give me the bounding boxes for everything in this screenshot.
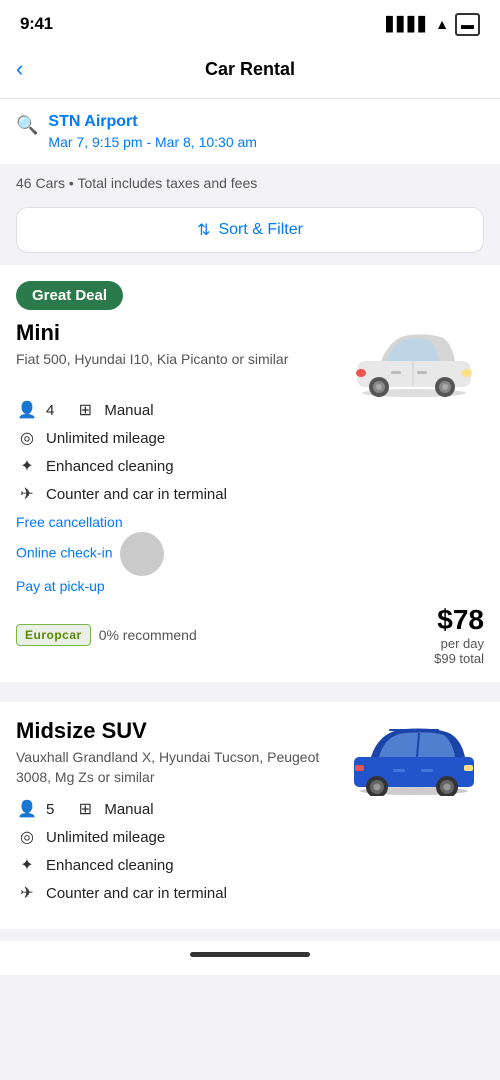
status-icons: ▋▋▋▋ ▲ ▬ xyxy=(386,13,480,36)
great-deal-badge: Great Deal xyxy=(16,281,123,310)
search-section: 🔍 STN Airport Mar 7, 9:15 pm - Mar 8, 10… xyxy=(0,99,500,165)
policy-links: Free cancellation Online check-in Pay at… xyxy=(16,514,484,594)
recommend-text: 0% recommend xyxy=(99,627,197,643)
car-illustration-mini xyxy=(349,323,479,398)
mileage-icon: ◎ xyxy=(16,428,38,448)
wifi-icon: ▲ xyxy=(435,16,449,32)
provider-info: Europcar 0% recommend xyxy=(16,624,197,646)
feature-row-terminal: ✈ Counter and car in terminal xyxy=(16,484,484,504)
back-button[interactable]: ‹ xyxy=(16,54,31,84)
sort-filter-label: Sort & Filter xyxy=(218,221,302,239)
status-time: 9:41 xyxy=(20,14,53,34)
car-models: Fiat 500, Hyundai I10, Kia Picanto or si… xyxy=(16,350,334,370)
sort-filter-section: ⇅ Sort & Filter xyxy=(0,201,500,265)
provider-badge: Europcar xyxy=(16,624,91,646)
price-per-day: per day xyxy=(434,636,484,651)
car-card-suv: Midsize SUV Vauxhall Grandland X, Hyunda… xyxy=(0,702,500,929)
feature-row-mileage-suv: ◎ Unlimited mileage xyxy=(16,827,484,847)
mileage-icon-suv: ◎ xyxy=(16,827,38,847)
results-count: 46 Cars • Total includes taxes and fees xyxy=(0,165,500,201)
transmission-type: Manual xyxy=(104,402,153,419)
car-count: 46 Cars xyxy=(16,175,65,191)
terminal-label: Counter and car in terminal xyxy=(46,486,227,503)
cleaning-label: Enhanced cleaning xyxy=(46,458,174,475)
cleaning-icon: ✦ xyxy=(16,456,38,476)
feature-row-cleaning: ✦ Enhanced cleaning xyxy=(16,456,484,476)
search-icon: 🔍 xyxy=(16,115,38,136)
seats-count-suv: 5 xyxy=(46,801,54,818)
seats-icon: 👤 xyxy=(16,400,38,420)
policy-payment[interactable]: Pay at pick-up xyxy=(16,578,484,594)
transmission-icon-suv: ⊞ xyxy=(74,799,96,819)
policy-checkin: Online check-in xyxy=(16,532,484,576)
car-image-suv xyxy=(344,718,484,798)
signal-icon: ▋▋▋▋ xyxy=(386,16,429,33)
filter-icon: ⇅ xyxy=(197,220,210,240)
provider-row: Europcar 0% recommend $78 per day $99 to… xyxy=(16,604,484,666)
search-dates: Mar 7, 9:15 pm - Mar 8, 10:30 am xyxy=(48,134,257,150)
cleaning-icon-suv: ✦ xyxy=(16,855,38,875)
car-card-mini: Great Deal Mini Fiat 500, Hyundai I10, K… xyxy=(0,265,500,682)
car-card-top: Mini Fiat 500, Hyundai I10, Kia Picanto … xyxy=(16,320,484,400)
provider-name: Europcar xyxy=(25,628,82,642)
feature-row-cleaning-suv: ✦ Enhanced cleaning xyxy=(16,855,484,875)
car-models-suv: Vauxhall Grandland X, Hyundai Tucson, Pe… xyxy=(16,748,334,787)
price-total: $99 total xyxy=(434,651,484,666)
feature-row-terminal-suv: ✈ Counter and car in terminal xyxy=(16,883,484,903)
page-title: Car Rental xyxy=(205,59,295,80)
policy-cancellation[interactable]: Free cancellation xyxy=(16,514,484,530)
price-section: $78 per day $99 total xyxy=(434,604,484,666)
home-indicator xyxy=(0,941,500,975)
card-divider xyxy=(0,694,500,702)
car-name: Mini xyxy=(16,320,334,346)
car-info-suv: Midsize SUV Vauxhall Grandland X, Hyunda… xyxy=(16,718,334,799)
search-info: STN Airport Mar 7, 9:15 pm - Mar 8, 10:3… xyxy=(48,113,257,150)
car-features: 👤 4 ⊞ Manual ◎ Unlimited mileage ✦ Enhan… xyxy=(16,400,484,504)
car-image xyxy=(344,320,484,400)
feature-row-mileage: ◎ Unlimited mileage xyxy=(16,428,484,448)
blur-overlay xyxy=(120,532,164,576)
terminal-icon: ✈ xyxy=(16,484,38,504)
transmission-icon: ⊞ xyxy=(74,400,96,420)
results-note: Total includes taxes and fees xyxy=(77,175,257,191)
car-info: Mini Fiat 500, Hyundai I10, Kia Picanto … xyxy=(16,320,334,382)
battery-icon: ▬ xyxy=(455,13,480,36)
feature-row-seats-suv: 👤 5 ⊞ Manual xyxy=(16,799,484,819)
transmission-type-suv: Manual xyxy=(104,801,153,818)
seats-icon-suv: 👤 xyxy=(16,799,38,819)
seats-count: 4 xyxy=(46,402,54,419)
terminal-icon-suv: ✈ xyxy=(16,883,38,903)
car-card-top-suv: Midsize SUV Vauxhall Grandland X, Hyunda… xyxy=(16,718,484,799)
mileage-label: Unlimited mileage xyxy=(46,430,165,447)
car-name-suv: Midsize SUV xyxy=(16,718,334,744)
car-features-suv: 👤 5 ⊞ Manual ◎ Unlimited mileage ✦ Enhan… xyxy=(16,799,484,903)
home-bar xyxy=(190,952,310,957)
cleaning-label-suv: Enhanced cleaning xyxy=(46,857,174,874)
mileage-label-suv: Unlimited mileage xyxy=(46,829,165,846)
status-bar: 9:41 ▋▋▋▋ ▲ ▬ xyxy=(0,0,500,44)
sort-filter-button[interactable]: ⇅ Sort & Filter xyxy=(16,207,484,253)
search-airport[interactable]: STN Airport xyxy=(48,113,257,131)
feature-row-seats: 👤 4 ⊞ Manual xyxy=(16,400,484,420)
nav-header: ‹ Car Rental xyxy=(0,44,500,99)
car-illustration-suv xyxy=(349,721,479,796)
terminal-label-suv: Counter and car in terminal xyxy=(46,885,227,902)
price-amount: $78 xyxy=(437,604,484,635)
